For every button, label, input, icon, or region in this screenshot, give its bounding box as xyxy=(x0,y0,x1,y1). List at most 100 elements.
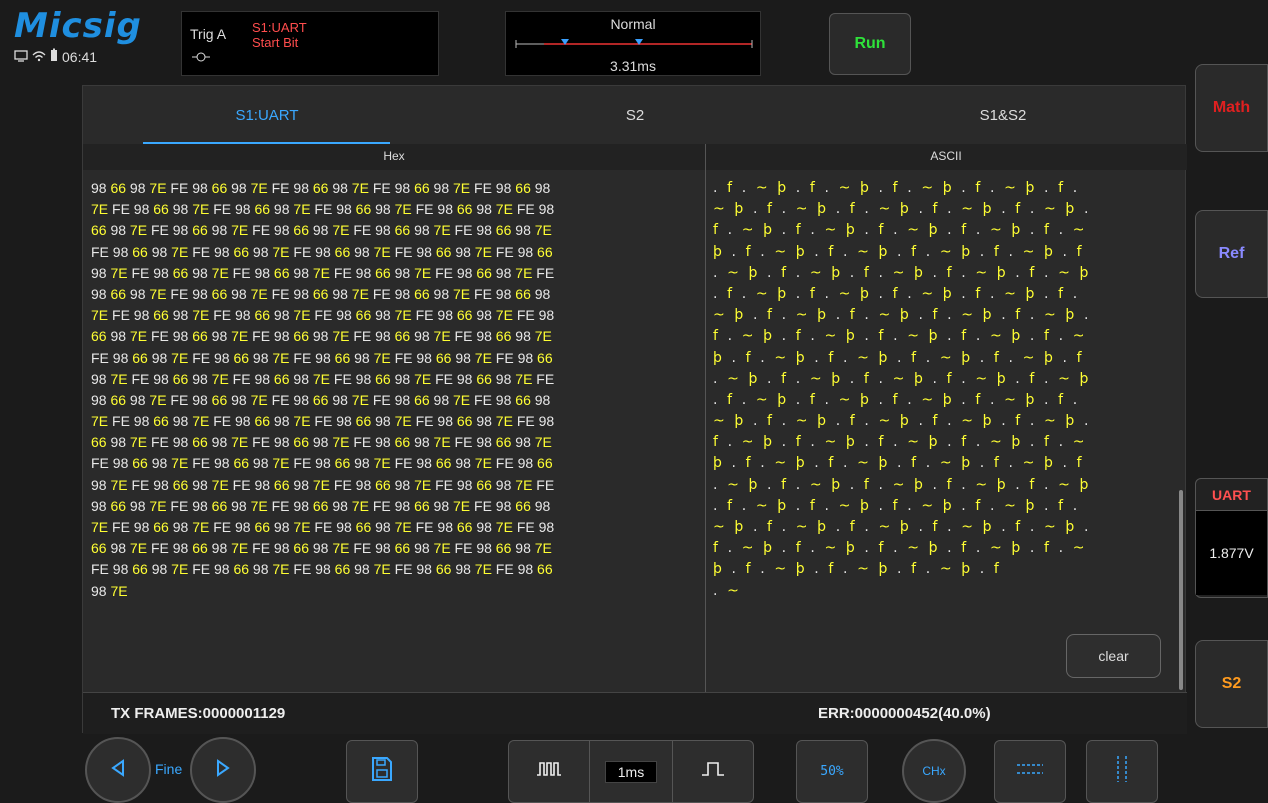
data-row: FE 98 66 98 7E FE 98 66 98 7E FE 98 66 9… xyxy=(91,561,553,578)
timebase-position-indicator xyxy=(515,39,753,48)
error-count: ERR:0000000452(40.0%) xyxy=(818,705,991,722)
run-button[interactable]: Run xyxy=(829,13,911,75)
data-row: FE 98 66 98 7E FE 98 66 98 7E FE 98 66 9… xyxy=(91,455,553,472)
vertical-cursor-button[interactable] xyxy=(1086,740,1158,803)
battery-icon xyxy=(50,48,58,65)
data-row: 98 66 98 7E FE 98 66 98 7E FE 98 66 98 7… xyxy=(91,180,551,196)
s2-button[interactable]: S2 xyxy=(1195,640,1268,728)
data-row: ~ þ . f . ~ þ . f . ~ þ . f . ~ þ . f . … xyxy=(713,519,1091,535)
clock-time: 06:41 xyxy=(62,48,98,65)
chx-label: CHx xyxy=(922,764,946,778)
data-row: FE 98 66 98 7E FE 98 66 98 7E FE 98 66 9… xyxy=(91,349,553,366)
math-button[interactable]: Math xyxy=(1195,64,1268,152)
monitor-icon xyxy=(14,49,28,65)
tab-s1-uart[interactable]: S1:UART xyxy=(83,86,451,144)
trigger-mode: Normal xyxy=(610,16,656,32)
data-row: 66 98 7E FE 98 66 98 7E FE 98 66 98 7E F… xyxy=(91,540,552,557)
data-row: 7E FE 98 66 98 7E FE 98 66 98 7E FE 98 6… xyxy=(91,519,555,535)
save-button[interactable] xyxy=(346,740,418,803)
clear-button[interactable]: clear xyxy=(1066,634,1161,678)
trigger-50-percent-button[interactable]: 50% xyxy=(796,740,868,803)
triangle-left-icon xyxy=(110,758,126,782)
trigger-source-line: S1:UART xyxy=(252,20,307,35)
data-row: FE 98 66 98 7E FE 98 66 98 7E FE 98 66 9… xyxy=(91,243,553,260)
ascii-data-area: . f . ~ þ . f . ~ þ . f . ~ þ . f . ~ þ … xyxy=(713,178,1173,678)
brand-logo: Micsig xyxy=(14,6,142,46)
hex-column-header: Hex xyxy=(383,149,405,163)
trigger-edge-icon xyxy=(192,50,210,66)
data-row: þ . f . ~ þ . f . ~ þ . f . ~ þ . f . ~ … xyxy=(713,455,1085,472)
uart-voltage: 1.877V xyxy=(1196,511,1267,595)
uart-channel-panel[interactable]: UART 1.877V xyxy=(1195,478,1268,598)
single-pulse-icon xyxy=(700,761,726,782)
ref-button[interactable]: Ref xyxy=(1195,210,1268,298)
data-row: 7E FE 98 66 98 7E FE 98 66 98 7E FE 98 6… xyxy=(91,413,555,430)
data-row: þ . f . ~ þ . f . ~ þ . f . ~ þ . f . ~ … xyxy=(713,349,1085,366)
column-header: Hex ASCII xyxy=(83,144,1187,170)
data-row: . f . ~ þ . f . ~ þ . f . ~ þ . f . ~ þ … xyxy=(713,180,1080,196)
data-row: 98 66 98 7E FE 98 66 98 7E FE 98 66 98 7… xyxy=(91,285,551,302)
tab-label: S1:UART xyxy=(235,106,299,124)
data-row: . f . ~ þ . f . ~ þ . f . ~ þ . f . ~ þ … xyxy=(713,285,1080,302)
hex-data-area: 98 66 98 7E FE 98 66 98 7E FE 98 66 98 7… xyxy=(91,178,703,678)
timebase-position: 3.31ms xyxy=(610,58,656,74)
data-row: 66 98 7E FE 98 66 98 7E FE 98 66 98 7E F… xyxy=(91,434,552,451)
trigger-panel[interactable]: Trig A S1:UART Start Bit xyxy=(181,11,439,76)
data-row: . ~ xyxy=(713,582,742,599)
timebase-increase-button[interactable] xyxy=(672,740,754,803)
channel-select-button[interactable]: CHx xyxy=(902,739,966,803)
data-row: 7E FE 98 66 98 7E FE 98 66 98 7E FE 98 6… xyxy=(91,201,555,218)
data-row: 98 7E FE 98 66 98 7E FE 98 66 98 7E FE 9… xyxy=(91,264,555,281)
uart-label: UART xyxy=(1196,479,1267,511)
data-row: . ~ þ . f . ~ þ . f . ~ þ . f . ~ þ . f … xyxy=(713,264,1091,281)
data-row: ~ þ . f . ~ þ . f . ~ þ . f . ~ þ . f . … xyxy=(713,307,1091,324)
horizontal-cursor-button[interactable] xyxy=(994,740,1066,803)
timebase-panel[interactable]: Normal 3.31ms xyxy=(505,11,761,76)
ascii-column-header: ASCII xyxy=(930,149,962,163)
timebase-scale: 1ms xyxy=(590,740,672,803)
tab-label: S2 xyxy=(625,106,645,124)
tab-s1-s2[interactable]: S1&S2 xyxy=(819,86,1187,144)
save-icon xyxy=(371,756,393,787)
data-row: . f . ~ þ . f . ~ þ . f . ~ þ . f . ~ þ … xyxy=(713,497,1080,514)
data-row: ~ þ . f . ~ þ . f . ~ þ . f . ~ þ . f . … xyxy=(713,413,1091,430)
data-row: 98 7E FE 98 66 98 7E FE 98 66 98 7E FE 9… xyxy=(91,476,555,493)
data-row: 98 7E xyxy=(91,582,128,599)
wifi-icon xyxy=(32,49,46,65)
data-row: 66 98 7E FE 98 66 98 7E FE 98 66 98 7E F… xyxy=(91,222,552,239)
data-row: ~ þ . f . ~ þ . f . ~ þ . f . ~ þ . f . … xyxy=(713,201,1091,218)
tab-label: S1&S2 xyxy=(979,106,1027,124)
timebase-scale-value: 1ms xyxy=(604,760,658,783)
data-row: 98 66 98 7E FE 98 66 98 7E FE 98 66 98 7… xyxy=(91,391,551,408)
data-row: 7E FE 98 66 98 7E FE 98 66 98 7E FE 98 6… xyxy=(91,307,555,324)
data-row: 98 66 98 7E FE 98 66 98 7E FE 98 66 98 7… xyxy=(91,497,551,514)
trigger-condition-line: Start Bit xyxy=(252,35,299,50)
data-row: . f . ~ þ . f . ~ þ . f . ~ þ . f . ~ þ … xyxy=(713,391,1080,408)
tx-frames-count: TX FRAMES:0000001129 xyxy=(111,705,286,722)
tab-s2[interactable]: S2 xyxy=(451,86,819,144)
status-bar: 06:41 xyxy=(14,48,97,65)
horizontal-cursor-icon xyxy=(1015,762,1045,781)
triangle-right-icon xyxy=(215,758,231,782)
decode-panel: S1:UART S2 S1&S2 Hex ASCII 98 66 98 7E F… xyxy=(82,85,1187,734)
pulse-train-icon xyxy=(536,761,562,782)
data-row: þ . f . ~ þ . f . ~ þ . f . ~ þ . f . ~ … xyxy=(713,243,1085,260)
vertical-cursor-icon xyxy=(1115,754,1129,789)
data-row: f . ~ þ . f . ~ þ . f . ~ þ . f . ~ þ . … xyxy=(713,540,1088,557)
timebase-decrease-button[interactable] xyxy=(508,740,590,803)
data-row: . ~ þ . f . ~ þ . f . ~ þ . f . ~ þ . f … xyxy=(713,370,1091,387)
data-row: 66 98 7E FE 98 66 98 7E FE 98 66 98 7E F… xyxy=(91,328,552,345)
decode-footer: TX FRAMES:0000001129 ERR:0000000452(40.0… xyxy=(83,692,1187,734)
data-row: f . ~ þ . f . ~ þ . f . ~ þ . f . ~ þ . … xyxy=(713,434,1088,451)
fine-label: Fine xyxy=(155,761,183,777)
fine-left-button[interactable] xyxy=(85,737,151,803)
scrollbar-thumb[interactable] xyxy=(1179,490,1183,690)
data-row: 98 7E FE 98 66 98 7E FE 98 66 98 7E FE 9… xyxy=(91,370,555,387)
column-divider xyxy=(705,170,706,692)
trigger-info: S1:UART Start Bit xyxy=(252,20,307,50)
data-row: f . ~ þ . f . ~ þ . f . ~ þ . f . ~ þ . … xyxy=(713,328,1088,345)
fine-right-button[interactable] xyxy=(190,737,256,803)
data-row: . ~ þ . f . ~ þ . f . ~ þ . f . ~ þ . f … xyxy=(713,476,1091,493)
data-row: þ . f . ~ þ . f . ~ þ . f . ~ þ . f xyxy=(713,561,1002,578)
data-row: f . ~ þ . f . ~ þ . f . ~ þ . f . ~ þ . … xyxy=(713,222,1088,239)
